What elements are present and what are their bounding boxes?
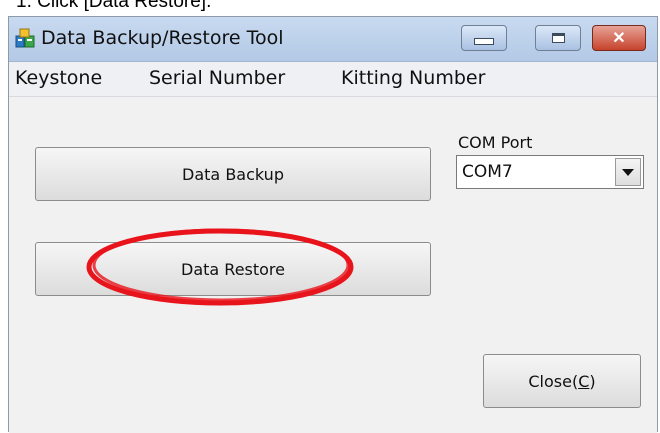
close-icon: ✕ [612, 30, 626, 47]
com-port-select[interactable]: COM7 [456, 155, 644, 189]
window-title: Data Backup/Restore Tool [41, 27, 284, 49]
instruction-caption: 1. Click [Data Restore]. [16, 0, 212, 12]
close-label-suffix: ) [589, 371, 596, 391]
maximize-button[interactable] [535, 25, 581, 51]
maximize-icon [551, 33, 565, 43]
menu-kitting-number[interactable]: Kitting Number [341, 67, 485, 89]
menu-serial-number[interactable]: Serial Number [149, 67, 285, 89]
data-restore-button[interactable]: Data Restore [35, 242, 431, 296]
minimize-icon [474, 37, 494, 45]
data-backup-button[interactable]: Data Backup [35, 147, 431, 201]
minimize-button[interactable] [461, 25, 507, 51]
close-label-prefix: Close( [528, 371, 579, 391]
dropdown-button[interactable] [615, 158, 641, 186]
chevron-down-icon [622, 168, 634, 176]
close-window-button[interactable]: ✕ [592, 25, 646, 51]
app-icon [15, 28, 35, 48]
app-window: Data Backup/Restore Tool ✕ Keystone Seri… [8, 16, 658, 433]
menu-bar: Keystone Serial Number Kitting Number [9, 62, 657, 97]
title-bar[interactable]: Data Backup/Restore Tool ✕ [9, 17, 657, 62]
com-port-value: COM7 [462, 162, 513, 182]
close-label-mnemonic: C [578, 371, 590, 391]
menu-keystone[interactable]: Keystone [15, 67, 102, 89]
close-button[interactable]: Close(C) [483, 354, 641, 408]
client-area: Data Backup Data Restore COM Port COM7 C… [9, 97, 657, 433]
com-port-label: COM Port [458, 133, 533, 152]
